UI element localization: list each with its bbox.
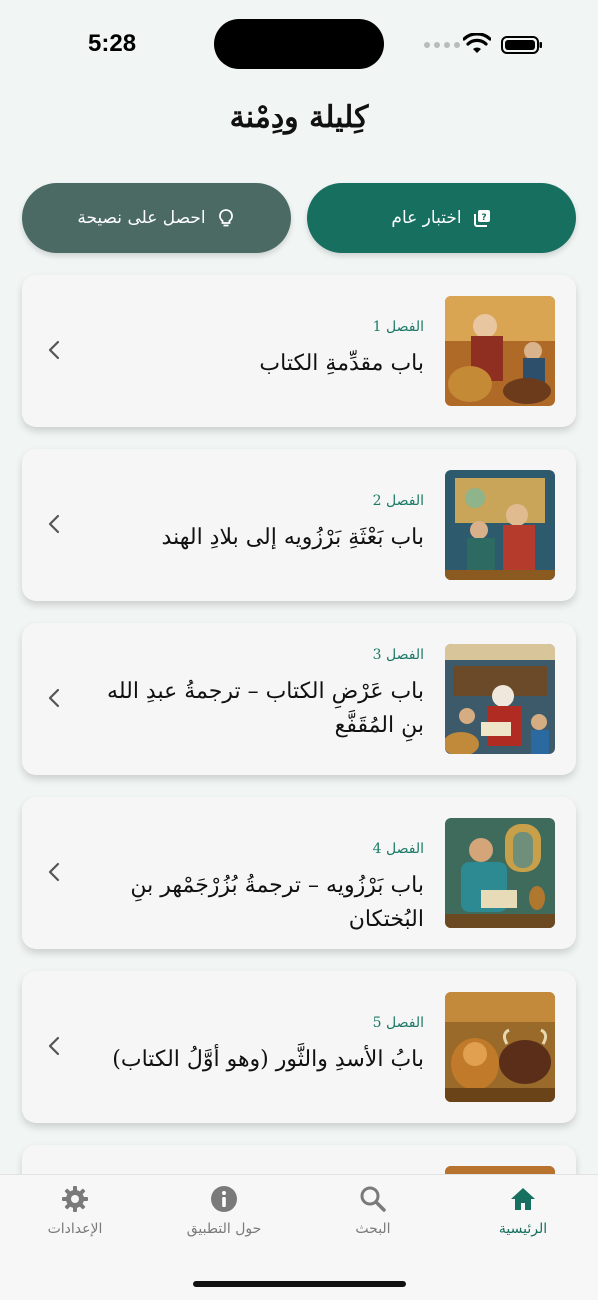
chapter-card-3[interactable]: الفصل 3 باب عَرْضِ الكتاب – ترجمةُ عبدِ … (22, 623, 576, 775)
tab-search[interactable]: البحث (318, 1185, 428, 1237)
search-icon (360, 1186, 386, 1212)
chapters-list[interactable]: الفصل 1 باب مقدِّمةِ الكتاب الفصل 2 باب … (0, 262, 598, 1174)
info-icon (211, 1186, 237, 1212)
chapter-title: باب بَعْثَةِ بَرْزُويه إلى بلادِ الهند (161, 525, 424, 550)
chevron-left-icon (48, 862, 60, 882)
status-bar: 5:28 (0, 0, 598, 90)
chapter-1-illustration (445, 296, 555, 406)
lightbulb-icon (218, 209, 233, 227)
battery-icon (501, 36, 542, 54)
tab-home[interactable]: الرئيسية (468, 1185, 578, 1237)
tab-search-label: البحث (355, 1221, 391, 1237)
chevron-left-icon (48, 1036, 60, 1056)
dynamic-island (214, 19, 384, 69)
tab-home-label: الرئيسية (498, 1221, 548, 1237)
chapter-title: باب عَرْضِ الكتاب – ترجمةُ عبدِ الله بنِ… (107, 679, 424, 738)
quiz-icon: ? (473, 210, 490, 227)
chapter-card-5[interactable]: الفصل 5 بابُ الأسدِ والثَّور (وهو أوَّلُ… (22, 971, 576, 1123)
tab-about[interactable]: حول التطبيق (169, 1185, 279, 1237)
chapter-2-illustration (445, 470, 555, 580)
chapter-number: الفصل 3 (372, 647, 424, 663)
general-quiz-button[interactable]: اختبار عام ? (307, 183, 576, 253)
tab-about-label: حول التطبيق (186, 1221, 262, 1237)
chapter-title: بابُ الأسدِ والثَّور (وهو أوَّلُ الكتاب) (112, 1047, 424, 1072)
gear-icon (62, 1186, 88, 1212)
home-icon (511, 1188, 535, 1210)
chapter-card-4[interactable]: الفصل 4 باب بَرْزُويه – ترجمةُ بُزُرْجَم… (22, 797, 576, 949)
chapter-number: الفصل 2 (372, 493, 424, 509)
tab-settings-label: الإعدادات (47, 1221, 103, 1237)
chapter-number: الفصل 1 (372, 319, 424, 335)
chevron-left-icon (48, 688, 60, 708)
svg-text:?: ? (481, 213, 486, 223)
chapter-title: باب مقدِّمةِ الكتاب (259, 351, 424, 376)
chapter-4-illustration (445, 818, 555, 928)
chapter-card-1[interactable]: الفصل 1 باب مقدِّمةِ الكتاب (22, 275, 576, 427)
quiz-button-label: اختبار عام (391, 208, 462, 228)
get-advice-button[interactable]: احصل على نصيحة (22, 183, 291, 253)
app-title: كِليلة ودِمْنة (229, 100, 369, 135)
chapter-card-2[interactable]: الفصل 2 باب بَعْثَةِ بَرْزُويه إلى بلادِ… (22, 449, 576, 601)
chevron-left-icon (48, 340, 60, 360)
advice-button-label: احصل على نصيحة (77, 208, 206, 228)
chapter-5-illustration (445, 992, 555, 1102)
chapter-card-6[interactable] (22, 1145, 576, 1174)
chapter-number: الفصل 4 (372, 841, 424, 857)
chapter-6-illustration (445, 1166, 555, 1174)
home-indicator (193, 1281, 406, 1287)
chapter-title: باب بَرْزُويه – ترجمةُ بُزُرْجَمْهر بنِ … (130, 873, 424, 932)
chapter-number: الفصل 5 (372, 1015, 424, 1031)
cellular-signal-icon (424, 42, 460, 48)
chevron-left-icon (48, 514, 60, 534)
wifi-icon (463, 33, 491, 53)
status-time: 5:28 (88, 30, 137, 57)
chapter-3-illustration (445, 644, 555, 754)
tab-settings[interactable]: الإعدادات (20, 1185, 130, 1237)
